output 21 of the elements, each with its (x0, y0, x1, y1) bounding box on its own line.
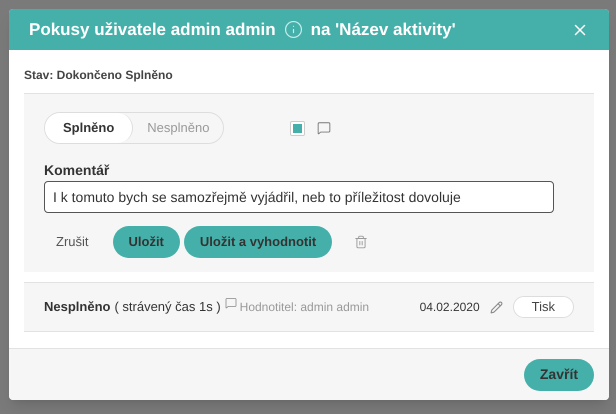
save-button[interactable]: Uložit (112, 226, 180, 258)
attempt-date: 04.02.2020 (420, 299, 480, 316)
dialog-title: Pokusy uživatele admin admin (29, 18, 276, 41)
status-text: Stav: Dokončeno Splněno (24, 67, 174, 84)
comment-icon[interactable] (317, 121, 332, 135)
checkbox[interactable] (290, 120, 306, 136)
pencil-icon[interactable] (490, 300, 503, 314)
save-button[interactable]: Uložit a vyhodnotit (184, 226, 332, 258)
trash-icon[interactable] (354, 235, 368, 249)
evaluator-text: Hodnotitel: admin admin (240, 299, 370, 316)
attempt-time: ( strávený čas 1s ) (114, 298, 221, 316)
comment-label: Komentář (44, 161, 110, 180)
attempt-result: Nesplněno (44, 298, 110, 316)
cancel-button[interactable]: Zrušit (44, 226, 100, 258)
dialog-title: na 'Název aktivity' (310, 18, 456, 41)
comment-input[interactable]: I k tomuto bych se samozřejmě vyjádřil, neb to příležitost dovoluje (44, 181, 554, 213)
info-icon[interactable] (284, 20, 303, 39)
result-option[interactable]: Splněno (45, 113, 134, 143)
comment-icon[interactable] (224, 297, 237, 309)
print-button[interactable]: Tisk (512, 296, 574, 318)
close-button[interactable]: Zavřít (524, 358, 594, 390)
